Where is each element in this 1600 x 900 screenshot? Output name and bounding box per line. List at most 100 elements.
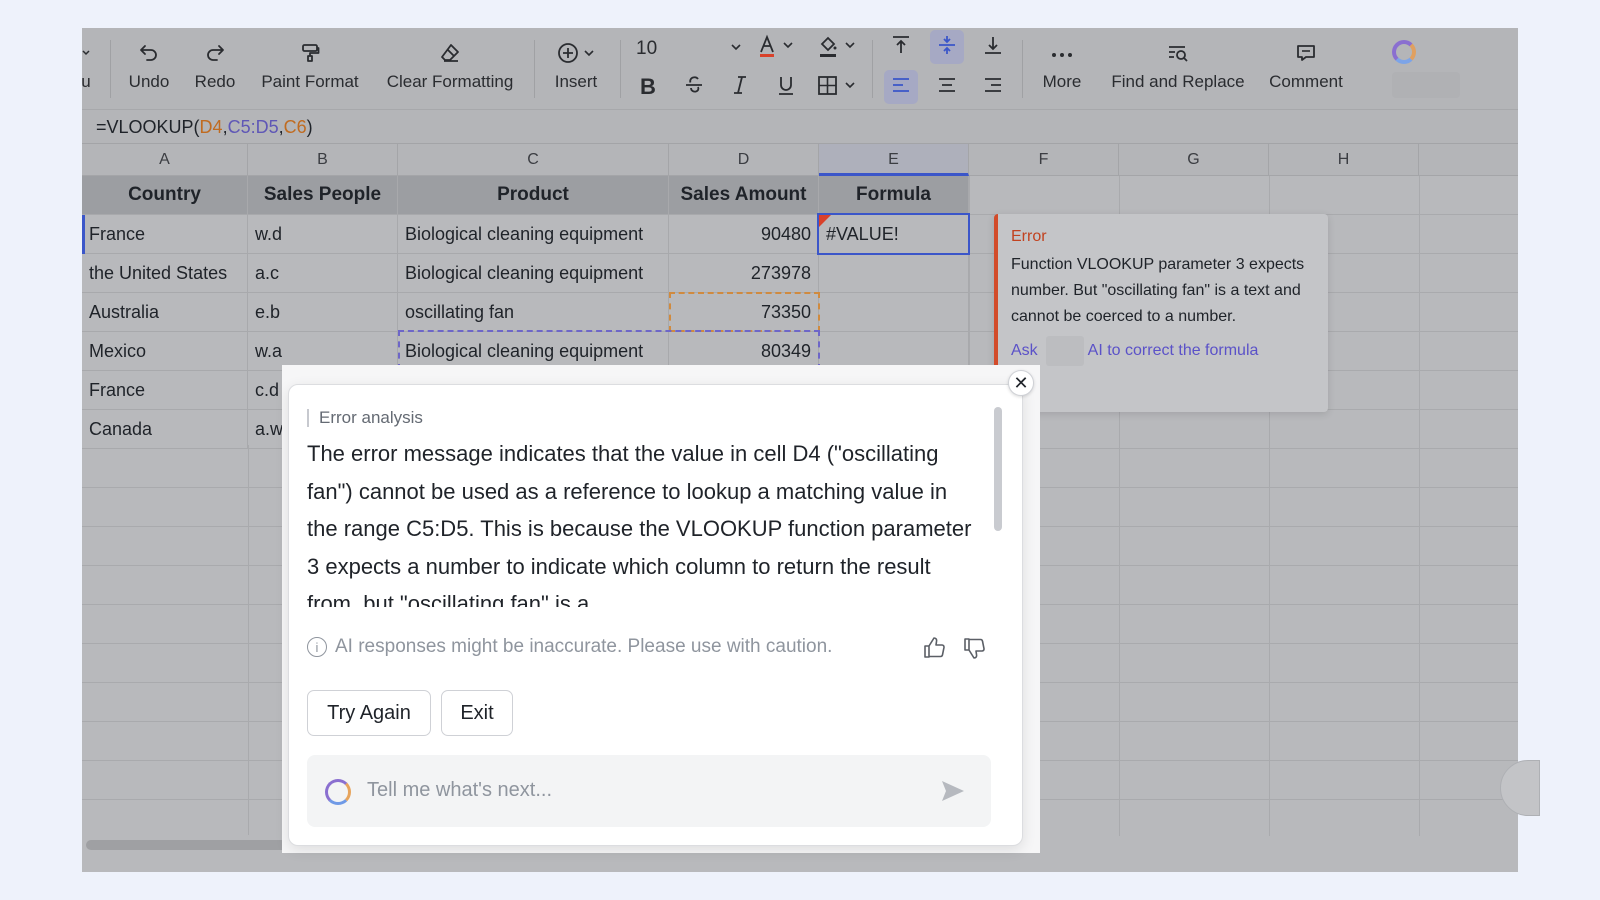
align-left-icon <box>890 74 912 101</box>
find-replace-icon <box>1166 38 1190 68</box>
ai-assistant-icon[interactable] <box>1392 40 1416 64</box>
table-cell[interactable]: Australia <box>82 293 248 332</box>
selected-cell-outline <box>817 213 970 255</box>
column-header-b[interactable]: B <box>248 144 398 176</box>
table-cell[interactable]: oscillating fan <box>398 293 669 332</box>
table-header-cell[interactable]: Formula <box>819 176 969 215</box>
column-header-e[interactable]: E <box>819 144 969 176</box>
thumbs-up-icon[interactable] <box>921 635 947 661</box>
info-icon: i <box>307 637 327 657</box>
redo-button[interactable]: Redo <box>188 28 242 92</box>
column-header-g[interactable]: G <box>1119 144 1269 176</box>
align-right-button[interactable] <box>976 70 1010 104</box>
table-cell[interactable]: 273978 <box>669 254 819 293</box>
column-header-f[interactable]: F <box>969 144 1119 176</box>
table-header-cell[interactable]: Sales People <box>248 176 398 215</box>
table-cell[interactable]: the United States <box>82 254 248 293</box>
align-middle-icon <box>936 34 958 61</box>
redo-icon <box>203 38 227 68</box>
more-button[interactable]: More <box>1034 28 1090 92</box>
table-cell[interactable]: e.b <box>248 293 398 332</box>
align-top-button[interactable] <box>884 30 918 64</box>
fill-color-button[interactable] <box>812 32 862 66</box>
table-cell[interactable]: Biological cleaning equipment <box>398 215 669 254</box>
table-cell[interactable] <box>819 293 969 332</box>
align-middle-button[interactable] <box>930 30 964 64</box>
more-dots-icon <box>1049 38 1075 68</box>
table-cell[interactable]: Biological cleaning equipment <box>398 254 669 293</box>
column-header-extra <box>1419 144 1518 176</box>
table-header-cell[interactable]: Country <box>82 176 248 215</box>
toolbar: u Undo Redo Paint Format Clear Formattin… <box>82 28 1518 110</box>
paint-format-button[interactable]: Paint Format <box>254 28 366 92</box>
strikethrough-button[interactable] <box>676 70 712 104</box>
prompt-input[interactable]: Tell me what's next... <box>307 755 991 827</box>
thumbs-down-icon[interactable] <box>961 635 987 661</box>
toolbar-item-partial[interactable]: u <box>82 28 94 92</box>
find-replace-button[interactable]: Find and Replace <box>1102 28 1254 92</box>
undo-icon <box>137 38 161 68</box>
undo-button[interactable]: Undo <box>122 28 176 92</box>
paint-format-label: Paint Format <box>261 72 359 91</box>
table-cell[interactable]: Mexico <box>82 332 248 371</box>
formula-arg-ref1: D4 <box>199 117 223 137</box>
align-center-button[interactable] <box>930 70 964 104</box>
ask-ai-link[interactable]: Ask AI to correct the formula <box>1011 336 1314 366</box>
align-top-icon <box>890 34 912 61</box>
align-center-icon <box>936 74 958 101</box>
grid-line <box>1419 176 1420 836</box>
formula-prefix: =VLOOKUP( <box>96 117 200 137</box>
disclaimer-text: AI responses might be inaccurate. Please… <box>335 636 833 657</box>
align-bottom-button[interactable] <box>976 30 1010 64</box>
error-indicator-icon <box>819 215 831 227</box>
font-color-button[interactable] <box>752 32 800 66</box>
italic-icon <box>730 74 750 101</box>
underline-button[interactable] <box>768 70 804 104</box>
paint-format-icon <box>298 38 322 68</box>
table-cell[interactable]: a.c <box>248 254 398 293</box>
table-cell[interactable]: France <box>82 215 248 254</box>
error-tooltip-message: Function VLOOKUP parameter 3 expects num… <box>1011 256 1305 325</box>
eraser-icon <box>438 38 462 68</box>
grid-line <box>248 445 249 835</box>
close-button[interactable]: ✕ <box>1008 370 1034 396</box>
column-header-h[interactable]: H <box>1269 144 1419 176</box>
font-color-icon <box>756 34 796 65</box>
undo-label: Undo <box>128 72 170 91</box>
dialog-scrollbar[interactable] <box>994 407 1002 531</box>
column-header-c[interactable]: C <box>398 144 669 176</box>
formula-suffix: ) <box>306 117 313 137</box>
font-size-value: 10 <box>636 38 658 59</box>
table-cell[interactable] <box>819 254 969 293</box>
clear-formatting-button[interactable]: Clear Formatting <box>378 28 522 92</box>
bold-button[interactable]: B <box>630 70 666 104</box>
formula-arg-range: C5:D5 <box>227 117 279 137</box>
ask-ai-label: Ask <box>1011 342 1038 359</box>
ai-logo-icon <box>325 779 351 805</box>
table-cell[interactable]: w.d <box>248 215 398 254</box>
italic-button[interactable] <box>722 70 758 104</box>
try-again-button[interactable]: Try Again <box>307 690 431 736</box>
align-left-button[interactable] <box>884 70 918 104</box>
align-bottom-icon <box>982 34 1004 61</box>
formula-bar[interactable]: =VLOOKUP(D4,C5:D5,C6) <box>82 110 1518 144</box>
bold-icon: B <box>640 74 656 99</box>
table-cell[interactable]: Canada <box>82 410 248 449</box>
comment-button[interactable]: Comment <box>1262 28 1350 92</box>
column-header-d[interactable]: D <box>669 144 819 176</box>
font-size-select[interactable]: 10 <box>634 32 744 66</box>
insert-button[interactable]: Insert <box>546 28 606 92</box>
table-header-cell[interactable]: Sales Amount <box>669 176 819 215</box>
reference-highlight-c5-d5 <box>398 330 820 370</box>
column-header-a[interactable]: A <box>82 144 248 176</box>
toolbar-divider <box>620 40 621 98</box>
send-icon[interactable] <box>939 777 967 810</box>
table-cell[interactable]: France <box>82 371 248 410</box>
borders-button[interactable] <box>812 70 862 104</box>
exit-button[interactable]: Exit <box>441 690 513 736</box>
table-cell[interactable]: 90480 <box>669 215 819 254</box>
table-header-cell[interactable]: Product <box>398 176 669 215</box>
error-tooltip-title: Error <box>1011 228 1047 245</box>
ask-ai-rest-label: AI to correct the formula <box>1087 342 1259 359</box>
reference-highlight-d4 <box>669 292 820 332</box>
